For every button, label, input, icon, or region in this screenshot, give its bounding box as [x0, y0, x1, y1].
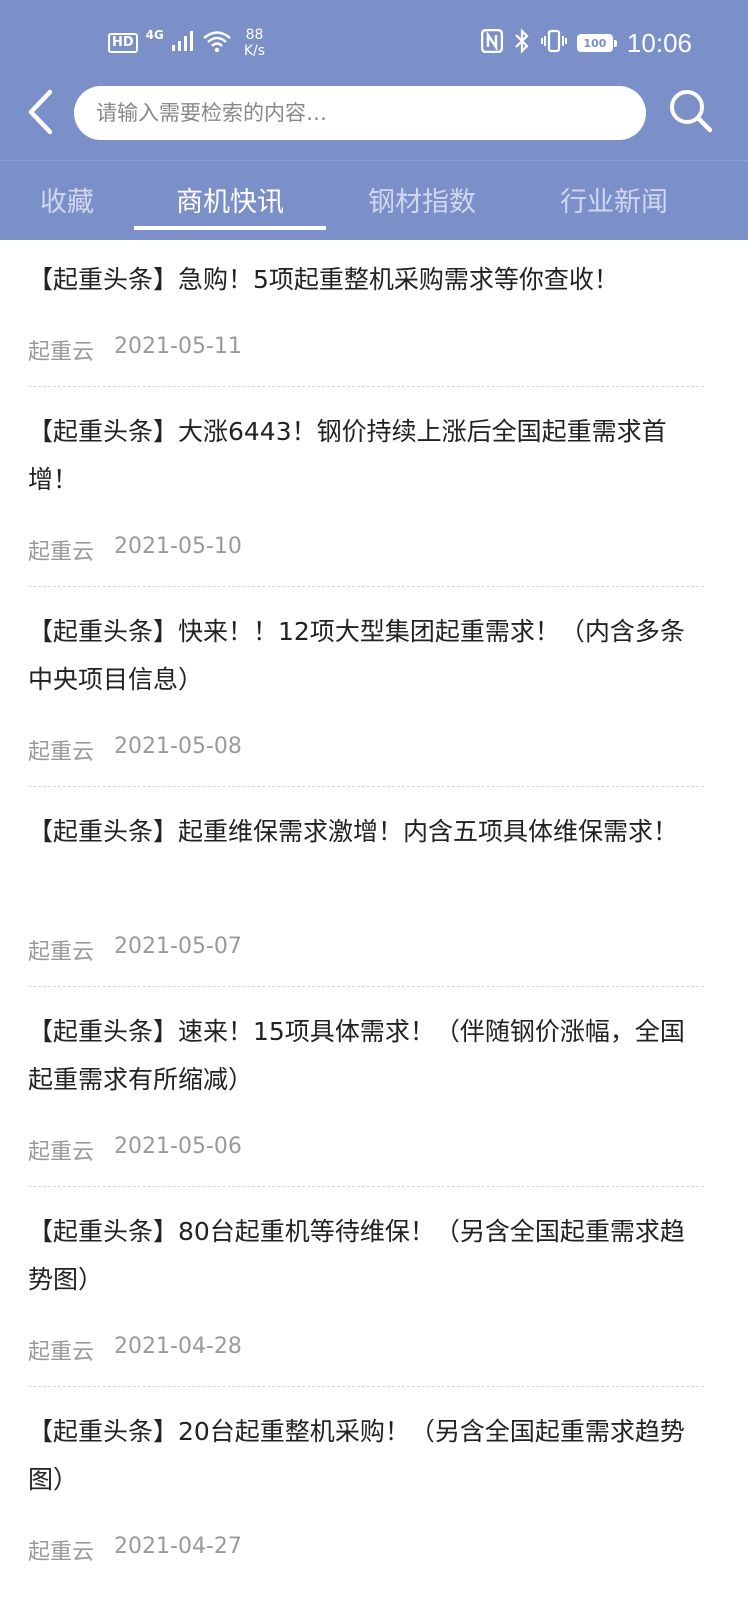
- news-title: 【起重头条】20台起重整机采购！（另含全国起重需求趋势图）: [28, 1417, 685, 1494]
- news-title: 【起重头条】快来！！12项大型集团起重需求！（内含多条中央项目信息）: [28, 617, 685, 694]
- news-item[interactable]: 【起重头条】速来！15项具体需求！（伴随钢价涨幅，全国起重需求有所缩减） 起重云…: [28, 1008, 704, 1165]
- news-item[interactable]: 【起重头条】起重维保需求激增！内含五项具体维保需求！ 起重云 2021-05-0…: [28, 808, 704, 965]
- back-button[interactable]: [18, 88, 62, 140]
- news-meta: 起重云 2021-05-06: [28, 1134, 242, 1166]
- network-speed: 88 K/s: [244, 27, 265, 59]
- news-title: 【起重头条】80台起重机等待维保！（另含全国起重需求趋势图）: [28, 1217, 685, 1294]
- news-title: 【起重头条】起重维保需求激增！内含五项具体维保需求！: [28, 817, 679, 846]
- news-meta: 起重云 2021-05-07: [28, 934, 242, 966]
- news-title: 【起重头条】速来！15项具体需求！（伴随钢价涨幅，全国起重需求有所缩减）: [28, 1017, 685, 1094]
- news-meta: 起重云 2021-04-27: [28, 1534, 242, 1566]
- category-tabs: 收藏 商机快讯 钢材指数 行业新闻: [0, 160, 748, 238]
- news-item[interactable]: 【起重头条】80台起重机等待维保！（另含全国起重需求趋势图） 起重云 2021-…: [28, 1208, 704, 1365]
- news-source: 起重云: [28, 540, 95, 565]
- news-meta: 起重云 2021-05-11: [28, 334, 242, 366]
- vibrate-icon: [540, 29, 567, 57]
- list-divider: [28, 986, 704, 987]
- news-source: 起重云: [28, 740, 95, 765]
- news-source: 起重云: [28, 1540, 95, 1565]
- news-source: 起重云: [28, 340, 95, 365]
- news-meta: 起重云 2021-05-08: [28, 734, 242, 766]
- list-divider: [28, 1186, 704, 1187]
- news-item[interactable]: 【起重头条】快来！！12项大型集团起重需求！（内含多条中央项目信息） 起重云 2…: [28, 608, 704, 765]
- news-source: 起重云: [28, 1340, 95, 1365]
- network-type: 4G: [145, 28, 164, 42]
- news-date: 2021-04-28: [114, 1334, 242, 1359]
- news-title: 【起重头条】大涨6443！钢价持续上涨后全国起重需求首增！: [28, 417, 667, 494]
- status-right-group: 100 10:06: [480, 24, 692, 62]
- active-tab-indicator: [134, 226, 326, 230]
- status-left-group: HD 4G 88 K/s: [108, 26, 265, 60]
- news-date: 2021-04-27: [114, 1534, 242, 1559]
- chevron-left-icon: [25, 89, 55, 139]
- tab-steel-index[interactable]: 钢材指数: [326, 161, 518, 238]
- news-date: 2021-05-10: [114, 534, 242, 559]
- nfc-icon: [480, 28, 504, 57]
- news-title: 【起重头条】急购！5项起重整机采购需求等你查收！: [28, 265, 619, 294]
- tab-industry-news[interactable]: 行业新闻: [518, 161, 710, 238]
- signal-icon: [171, 31, 194, 55]
- search-bar[interactable]: [74, 86, 646, 140]
- news-meta: 起重云 2021-05-10: [28, 534, 242, 566]
- hd-badge: HD: [108, 33, 138, 53]
- list-divider: [28, 1386, 704, 1387]
- news-date: 2021-05-06: [114, 1134, 242, 1159]
- search-icon: [668, 88, 714, 138]
- battery-indicator: 100: [576, 34, 617, 52]
- status-clock: 10:06: [626, 27, 692, 58]
- list-divider: [28, 386, 704, 387]
- news-date: 2021-05-11: [114, 334, 242, 359]
- list-divider: [28, 586, 704, 587]
- list-divider: [28, 786, 704, 787]
- app-header: HD 4G 88 K/s 100 10:06 请输入需要检索的内容… 收藏 商机…: [0, 0, 748, 240]
- search-input[interactable]: [94, 100, 626, 126]
- news-source: 起重云: [28, 1140, 95, 1165]
- bluetooth-icon: [513, 28, 531, 58]
- search-button[interactable]: [664, 86, 718, 140]
- network-speed-unit: K/s: [243, 43, 266, 59]
- status-bar: HD 4G 88 K/s 100 10:06: [0, 0, 748, 80]
- network-speed-value: 88: [245, 27, 264, 43]
- tab-favorites[interactable]: 收藏: [0, 161, 134, 238]
- news-item[interactable]: 【起重头条】大涨6443！钢价持续上涨后全国起重需求首增！ 起重云 2021-0…: [28, 408, 704, 565]
- news-source: 起重云: [28, 940, 95, 965]
- news-meta: 起重云 2021-04-28: [28, 1334, 242, 1366]
- news-item[interactable]: 【起重头条】20台起重整机采购！（另含全国起重需求趋势图） 起重云 2021-0…: [28, 1408, 704, 1565]
- news-date: 2021-05-08: [114, 734, 242, 759]
- news-item[interactable]: 【起重头条】急购！5项起重整机采购需求等你查收！ 起重云 2021-05-11: [28, 256, 704, 365]
- wifi-icon: [202, 29, 232, 57]
- news-date: 2021-05-07: [114, 934, 242, 959]
